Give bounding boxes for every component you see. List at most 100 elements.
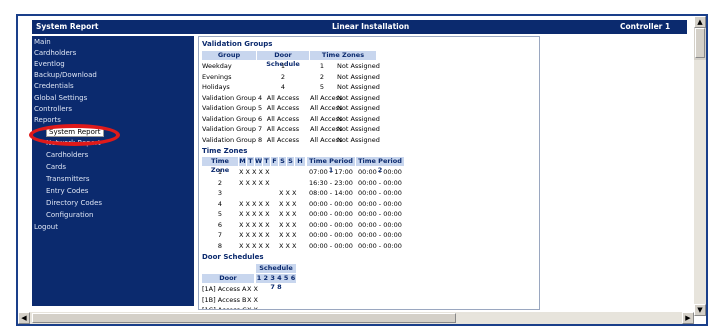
vg-cell-door-schedule: All Access (266, 93, 300, 102)
sidebar-item-global-settings[interactable]: Global Settings (34, 94, 87, 102)
col-header-tue: T (247, 157, 254, 166)
tz-cell-id: 5 (217, 210, 223, 218)
tz-cell-weekend-holiday: X X X (279, 220, 297, 229)
col-header-schedule: Schedule (256, 264, 296, 273)
vg-cell-door-schedule: 2 (280, 72, 286, 81)
vg-cell-group: Evenings (202, 72, 232, 81)
horizontal-scrollbar[interactable]: ◀ ▶ (18, 312, 694, 324)
controller-name: Controller 1 (620, 22, 671, 31)
tz-cell-weekdays: X X X X X (239, 168, 270, 176)
sidebar-item-cards[interactable]: Cards (46, 163, 66, 171)
tz-cell-id: 8 (217, 241, 223, 250)
vg-cell-group: Holidays (202, 83, 230, 91)
sidebar-item-reports[interactable]: Reports (34, 116, 61, 124)
vertical-scroll-thumb[interactable] (695, 28, 705, 58)
vg-cell-time-zone-status: Not Assigned (337, 93, 380, 102)
vg-cell-time-zone: 5 (319, 83, 325, 91)
vg-cell-door-schedule: All Access (266, 114, 300, 123)
tz-cell-weekend-holiday: X X X (279, 199, 297, 208)
vg-cell-door-schedule: 4 (280, 83, 286, 91)
tz-cell-period-2: 00:00 - 00:00 (358, 220, 402, 229)
sidebar-item-directory-codes[interactable]: Directory Codes (46, 199, 102, 207)
vg-cell-time-zone: All Access (310, 135, 343, 144)
tz-cell-weekdays: X X X X X (239, 210, 270, 218)
ds-cell-schedule: X X (247, 285, 258, 293)
sidebar-nav: Main Cardholders Eventlog Backup/Downloa… (32, 36, 194, 306)
vg-cell-group: Validation Group 5 (202, 104, 263, 112)
vg-cell-time-zone-status: Not Assigned (337, 135, 380, 144)
ds-cell-door: [1A] Access A (202, 285, 247, 293)
col-header-holiday: H (295, 157, 305, 166)
tz-cell-weekdays: X X X X X (239, 178, 270, 187)
tz-cell-weekend-holiday: X X X (279, 210, 297, 218)
vg-cell-group: Validation Group 8 (202, 135, 263, 144)
vg-cell-time-zone-status: Not Assigned (337, 125, 380, 133)
tz-cell-weekend-holiday: X X X (279, 241, 297, 250)
tz-cell-period-2: 00:00 - 00:00 (358, 231, 402, 239)
scroll-down-arrow-icon[interactable]: ▼ (694, 304, 706, 316)
vertical-scrollbar[interactable]: ▲ ▼ (694, 16, 706, 316)
sidebar-item-backup-download[interactable]: Backup/Download (34, 71, 97, 79)
browser-frame: System Report Linear Installation Contro… (0, 0, 723, 331)
sidebar-item-logout[interactable]: Logout (34, 223, 58, 231)
sidebar-item-cardholders-report[interactable]: Cardholders (46, 151, 88, 159)
tz-cell-weekdays: X X X X X (239, 220, 270, 229)
col-header-schedule-numbers: 1 2 3 4 5 6 7 8 (256, 274, 296, 291)
tz-cell-period-1: 00:00 - 00:00 (309, 241, 353, 250)
vg-cell-time-zone-status: Not Assigned (337, 72, 380, 81)
col-header-wed: W (255, 157, 263, 166)
tz-cell-id: 4 (217, 199, 223, 208)
vg-cell-time-zone-status: Not Assigned (337, 104, 380, 112)
sidebar-item-configuration[interactable]: Configuration (46, 211, 93, 219)
sidebar-item-eventlog[interactable]: Eventlog (34, 60, 65, 68)
vg-cell-door-schedule: 1 (280, 62, 286, 70)
sidebar-item-transmitters[interactable]: Transmitters (46, 175, 90, 183)
sidebar-item-cardholders[interactable]: Cardholders (34, 49, 76, 57)
vg-cell-time-zone: 2 (319, 72, 325, 81)
tz-cell-period-1: 00:00 - 00:00 (309, 231, 353, 239)
tz-cell-period-1: 00:00 - 00:00 (309, 199, 353, 208)
tz-cell-weekdays: X X X X X (239, 231, 270, 239)
tz-cell-period-1: 00:00 - 00:00 (309, 220, 353, 229)
horizontal-scroll-thumb[interactable] (32, 313, 456, 323)
tz-cell-weekdays: X X X X X (239, 241, 270, 250)
scroll-up-arrow-icon[interactable]: ▲ (694, 16, 706, 28)
vertical-scroll-track[interactable] (694, 60, 706, 304)
vg-cell-time-zone: 1 (319, 62, 325, 70)
tz-cell-period-1: 16:30 - 23:00 (309, 178, 353, 187)
tz-cell-period-1: 07:00 - 17:00 (309, 168, 353, 176)
tz-cell-id: 3 (217, 189, 223, 197)
vg-cell-time-zone-status: Not Assigned (337, 62, 380, 70)
sidebar-item-credentials[interactable]: Credentials (34, 82, 74, 90)
col-header-group: Group (202, 51, 256, 60)
scroll-right-arrow-icon[interactable]: ▶ (682, 312, 694, 324)
col-header-thu: T (263, 157, 270, 166)
vg-cell-time-zone: All Access (310, 104, 343, 112)
report-content: Validation Groups Group Door Schedule Ti… (198, 36, 540, 310)
highlight-circle-annotation (29, 124, 120, 146)
tz-cell-period-1: 00:00 - 00:00 (309, 210, 353, 218)
section-title-time-zones: Time Zones (202, 147, 248, 155)
sidebar-item-main[interactable]: Main (34, 38, 51, 46)
col-header-time-period-2: Time Period 2 (356, 157, 404, 174)
tz-cell-period-2: 00:00 - 00:00 (358, 168, 402, 176)
sidebar-item-controllers[interactable]: Controllers (34, 105, 72, 113)
tz-cell-weekend-holiday: X X X (279, 231, 297, 239)
vg-cell-group: Weekday (202, 62, 232, 70)
vg-cell-door-schedule: All Access (266, 135, 300, 144)
scroll-left-arrow-icon[interactable]: ◀ (18, 312, 30, 324)
col-header-sat: S (279, 157, 286, 166)
sidebar-item-entry-codes[interactable]: Entry Codes (46, 187, 88, 195)
vg-cell-time-zone-status: Not Assigned (337, 83, 380, 91)
page-title: System Report (36, 22, 99, 31)
section-title-validation-groups: Validation Groups (202, 40, 273, 48)
tz-cell-period-2: 00:00 - 00:00 (358, 241, 402, 250)
tz-cell-period-2: 00:00 - 00:00 (358, 199, 402, 208)
col-header-time-zones: Time Zones (310, 51, 376, 60)
col-header-door: Door (202, 274, 254, 283)
vg-cell-group: Validation Group 6 (202, 114, 263, 123)
tz-cell-id: 6 (217, 220, 223, 229)
tz-cell-period-1: 08:00 - 14:00 (309, 189, 353, 197)
tz-cell-period-2: 00:00 - 00:00 (358, 189, 402, 197)
vg-cell-time-zone: All Access (310, 93, 343, 102)
